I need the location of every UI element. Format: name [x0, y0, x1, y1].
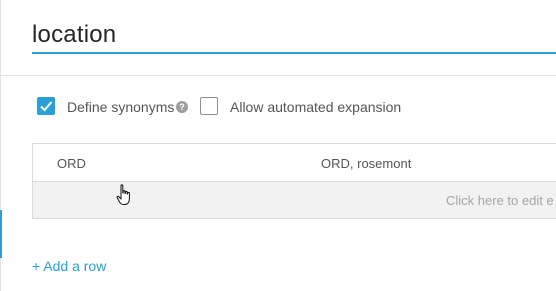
section-divider	[1, 75, 556, 76]
check-icon	[40, 101, 53, 112]
hand-pointer-icon	[116, 184, 130, 205]
new-entry-row[interactable]: Click here to edit e	[33, 182, 556, 218]
table-row[interactable]: ORD ORD, rosemont	[33, 144, 556, 182]
entity-name-input[interactable]: location	[32, 18, 556, 54]
automated-expansion-label: Allow automated expansion	[230, 99, 402, 115]
new-entry-placeholder[interactable]: Click here to edit e	[446, 193, 554, 209]
define-synonyms-checkbox[interactable]	[37, 97, 55, 115]
automated-expansion-checkbox[interactable]	[200, 97, 218, 115]
entry-synonyms-cell[interactable]: ORD, rosemont	[321, 156, 411, 172]
synonyms-table: ORD ORD, rosemont Click here to edit e	[32, 143, 556, 219]
entry-value-cell[interactable]: ORD	[57, 156, 86, 172]
add-row-link[interactable]: + Add a row	[32, 258, 106, 274]
define-synonyms-label: Define synonyms	[67, 99, 175, 115]
help-icon[interactable]: ?	[176, 101, 188, 113]
active-indicator	[0, 210, 2, 258]
entity-editor: location Define synonyms ? Allow automat…	[0, 0, 556, 291]
